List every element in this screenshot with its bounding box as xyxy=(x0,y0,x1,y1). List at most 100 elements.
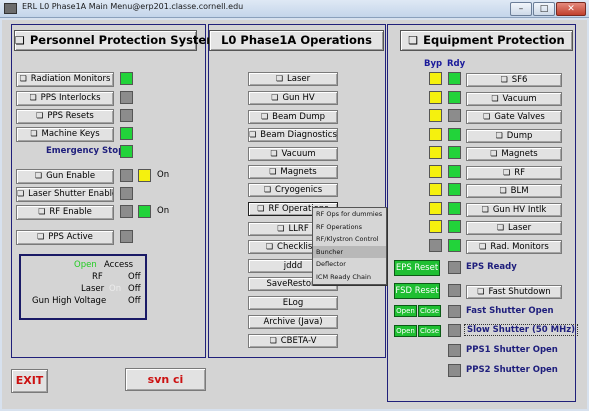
rf-enable-button[interactable]: ❏ RF Enable xyxy=(16,205,114,220)
elog-button[interactable]: ELog xyxy=(248,296,338,310)
window-icon: ❏ xyxy=(495,130,503,140)
window-icon: ❏ xyxy=(15,34,25,47)
window-icon: ❏ xyxy=(269,336,277,345)
rad-monitors-ready-indicator xyxy=(448,238,461,252)
window-icon: ❏ xyxy=(29,93,37,102)
eps-reset-button[interactable]: EPS Reset xyxy=(394,260,440,276)
gun-hv-status-value: Off xyxy=(128,296,141,306)
laser-status-on: On xyxy=(109,284,122,294)
window-icon: ❏ xyxy=(479,241,487,251)
gate-valves-ready-indicator xyxy=(448,109,461,122)
fsd-reset-button[interactable]: FSD Reset xyxy=(394,283,440,299)
archive-java-button[interactable]: Archive (Java) xyxy=(248,315,338,329)
close-window-button[interactable]: ✕ xyxy=(556,2,586,16)
rf-status-value: Off xyxy=(128,272,141,282)
gun-hv-intlk-ready-indicator xyxy=(448,201,461,215)
pps2-shutter-indicator xyxy=(448,364,461,377)
fast-shutter-open-label: Fast Shutter Open xyxy=(466,306,554,316)
window-icon: ❏ xyxy=(249,130,257,139)
magnets-bypass-indicator xyxy=(429,146,442,159)
pps2-shutter-open-label: PPS2 Shutter Open xyxy=(466,365,558,375)
blm-button[interactable]: ❏ BLM xyxy=(466,184,562,198)
window-icon: ❏ xyxy=(500,75,508,84)
menu-item-deflector[interactable]: Deflector xyxy=(313,258,386,271)
window-icon: ❏ xyxy=(30,129,38,138)
window-icon: ❏ xyxy=(257,204,265,213)
laser-shutter-enable-button[interactable]: ❏ Laser Shutter Enable xyxy=(16,187,114,202)
maximize-button[interactable]: □ xyxy=(533,2,555,16)
exit-button[interactable]: EXIT xyxy=(11,369,48,393)
app-icon xyxy=(4,3,17,14)
window-icon: ❏ xyxy=(263,185,272,194)
personnel-protection-button[interactable]: ❏ Personnel Protection System xyxy=(14,30,218,51)
equipment-protection-button[interactable]: ❏ Equipment Protection xyxy=(400,30,573,51)
window-icon: ❏ xyxy=(477,287,485,296)
dump-ready-indicator xyxy=(448,127,461,141)
rf-ready-indicator xyxy=(448,164,461,178)
minimize-button[interactable]: – xyxy=(510,2,532,16)
pps-active-button[interactable]: ❏ PPS Active xyxy=(16,230,114,245)
gun-hv-button[interactable]: ❏ Gun HV xyxy=(248,91,338,105)
gun-hv-intlk-button[interactable]: ❏ Gun HV Intlk xyxy=(466,202,562,217)
window-icon: ❏ xyxy=(260,112,269,121)
laser-ready-indicator xyxy=(448,220,461,233)
laser-button[interactable]: ❏ Laser xyxy=(248,72,338,86)
bypass-column-label: Byp xyxy=(424,59,443,69)
radiation-monitors-indicator xyxy=(120,72,133,85)
vacuum-bypass-indicator xyxy=(429,90,442,104)
rf-bypass-indicator xyxy=(429,164,442,178)
window-icon: ❏ xyxy=(481,204,489,214)
menu-item-rf-ops-for-dummies[interactable]: RF Ops for dummies xyxy=(313,208,386,221)
pps-interlocks-button[interactable]: ❏ PPS Interlocks xyxy=(16,91,114,106)
rf-button[interactable]: ❏ RF xyxy=(466,165,562,180)
window-icon: ❏ xyxy=(483,112,491,121)
beam-diagnostics-button[interactable]: ❏ Beam Diagnostics xyxy=(248,128,338,142)
pps-resets-button[interactable]: ❏ PPS Resets xyxy=(16,109,114,124)
gun-enable-button[interactable]: ❏ Gun Enable xyxy=(16,169,114,184)
beam-dump-button[interactable]: ❏ Beam Dump xyxy=(248,110,338,124)
machine-keys-button[interactable]: ❏ Machine Keys xyxy=(16,127,114,142)
fast-shutter-close-button[interactable]: Close xyxy=(418,305,441,317)
menu-item-rf-klystron-control[interactable]: RF/Klystron Control xyxy=(313,233,386,246)
window-icon: ❏ xyxy=(36,111,44,120)
vacuum-ready-indicator xyxy=(448,90,461,104)
gun-enable-state: On xyxy=(157,170,170,180)
rf-enable-state-indicator xyxy=(138,205,151,218)
sf6-button[interactable]: ❏ SF6 xyxy=(466,73,562,87)
menu-item-buncher[interactable]: Buncher xyxy=(313,245,386,258)
window-icon: ❏ xyxy=(277,224,285,233)
fast-shutdown-indicator xyxy=(448,284,461,297)
operations-header-button[interactable]: L0 Phase1A Operations xyxy=(209,30,384,51)
slow-shutter-close-button[interactable]: Close xyxy=(418,325,441,337)
window-icon: ❏ xyxy=(491,93,499,103)
menu-item-rf-operations[interactable]: RF Operations xyxy=(313,221,386,234)
fast-shutter-indicator xyxy=(448,305,461,318)
laser-bypass-indicator xyxy=(429,220,442,233)
sf6-ready-indicator xyxy=(448,72,461,85)
slow-shutter-label[interactable]: Slow Shutter (50 MHz) xyxy=(464,324,579,336)
window-icon: ❏ xyxy=(270,149,278,158)
laser-status-label: Laser xyxy=(81,284,105,294)
ready-column-label: Rdy xyxy=(447,59,466,69)
window-icon: ❏ xyxy=(19,74,27,83)
pps-resets-indicator xyxy=(120,109,133,122)
rad-monitors-button[interactable]: ❏ Rad. Monitors xyxy=(466,239,562,254)
laser-button[interactable]: ❏ Laser xyxy=(466,221,562,235)
fast-shutdown-button[interactable]: ❏ Fast Shutdown xyxy=(466,285,562,299)
cryogenics-button[interactable]: ❏ Cryogenics xyxy=(248,183,338,197)
slow-shutter-open-button[interactable]: Open xyxy=(394,325,417,337)
window-icon: ❏ xyxy=(275,74,284,83)
fast-shutter-open-button[interactable]: Open xyxy=(394,305,417,317)
gun-hv-intlk-bypass-indicator xyxy=(429,201,442,215)
access-open-label: Open xyxy=(74,260,97,270)
menu-item-icm-ready-chain[interactable]: ICM Ready Chain xyxy=(313,271,386,284)
dump-button[interactable]: ❏ Dump xyxy=(466,128,562,143)
magnets-button[interactable]: ❏ Magnets xyxy=(466,147,562,161)
vacuum-button[interactable]: ❏ Vacuum xyxy=(248,147,338,161)
gate-valves-button[interactable]: ❏ Gate Valves xyxy=(466,110,562,124)
vacuum-button[interactable]: ❏ Vacuum xyxy=(466,91,562,106)
magnets-button[interactable]: ❏ Magnets xyxy=(248,165,338,179)
cbeta-v-button[interactable]: ❏ CBETA-V xyxy=(248,334,338,348)
radiation-monitors-button[interactable]: ❏ Radiation Monitors xyxy=(16,72,114,87)
svn-commit-button[interactable]: svn ci xyxy=(125,368,206,391)
